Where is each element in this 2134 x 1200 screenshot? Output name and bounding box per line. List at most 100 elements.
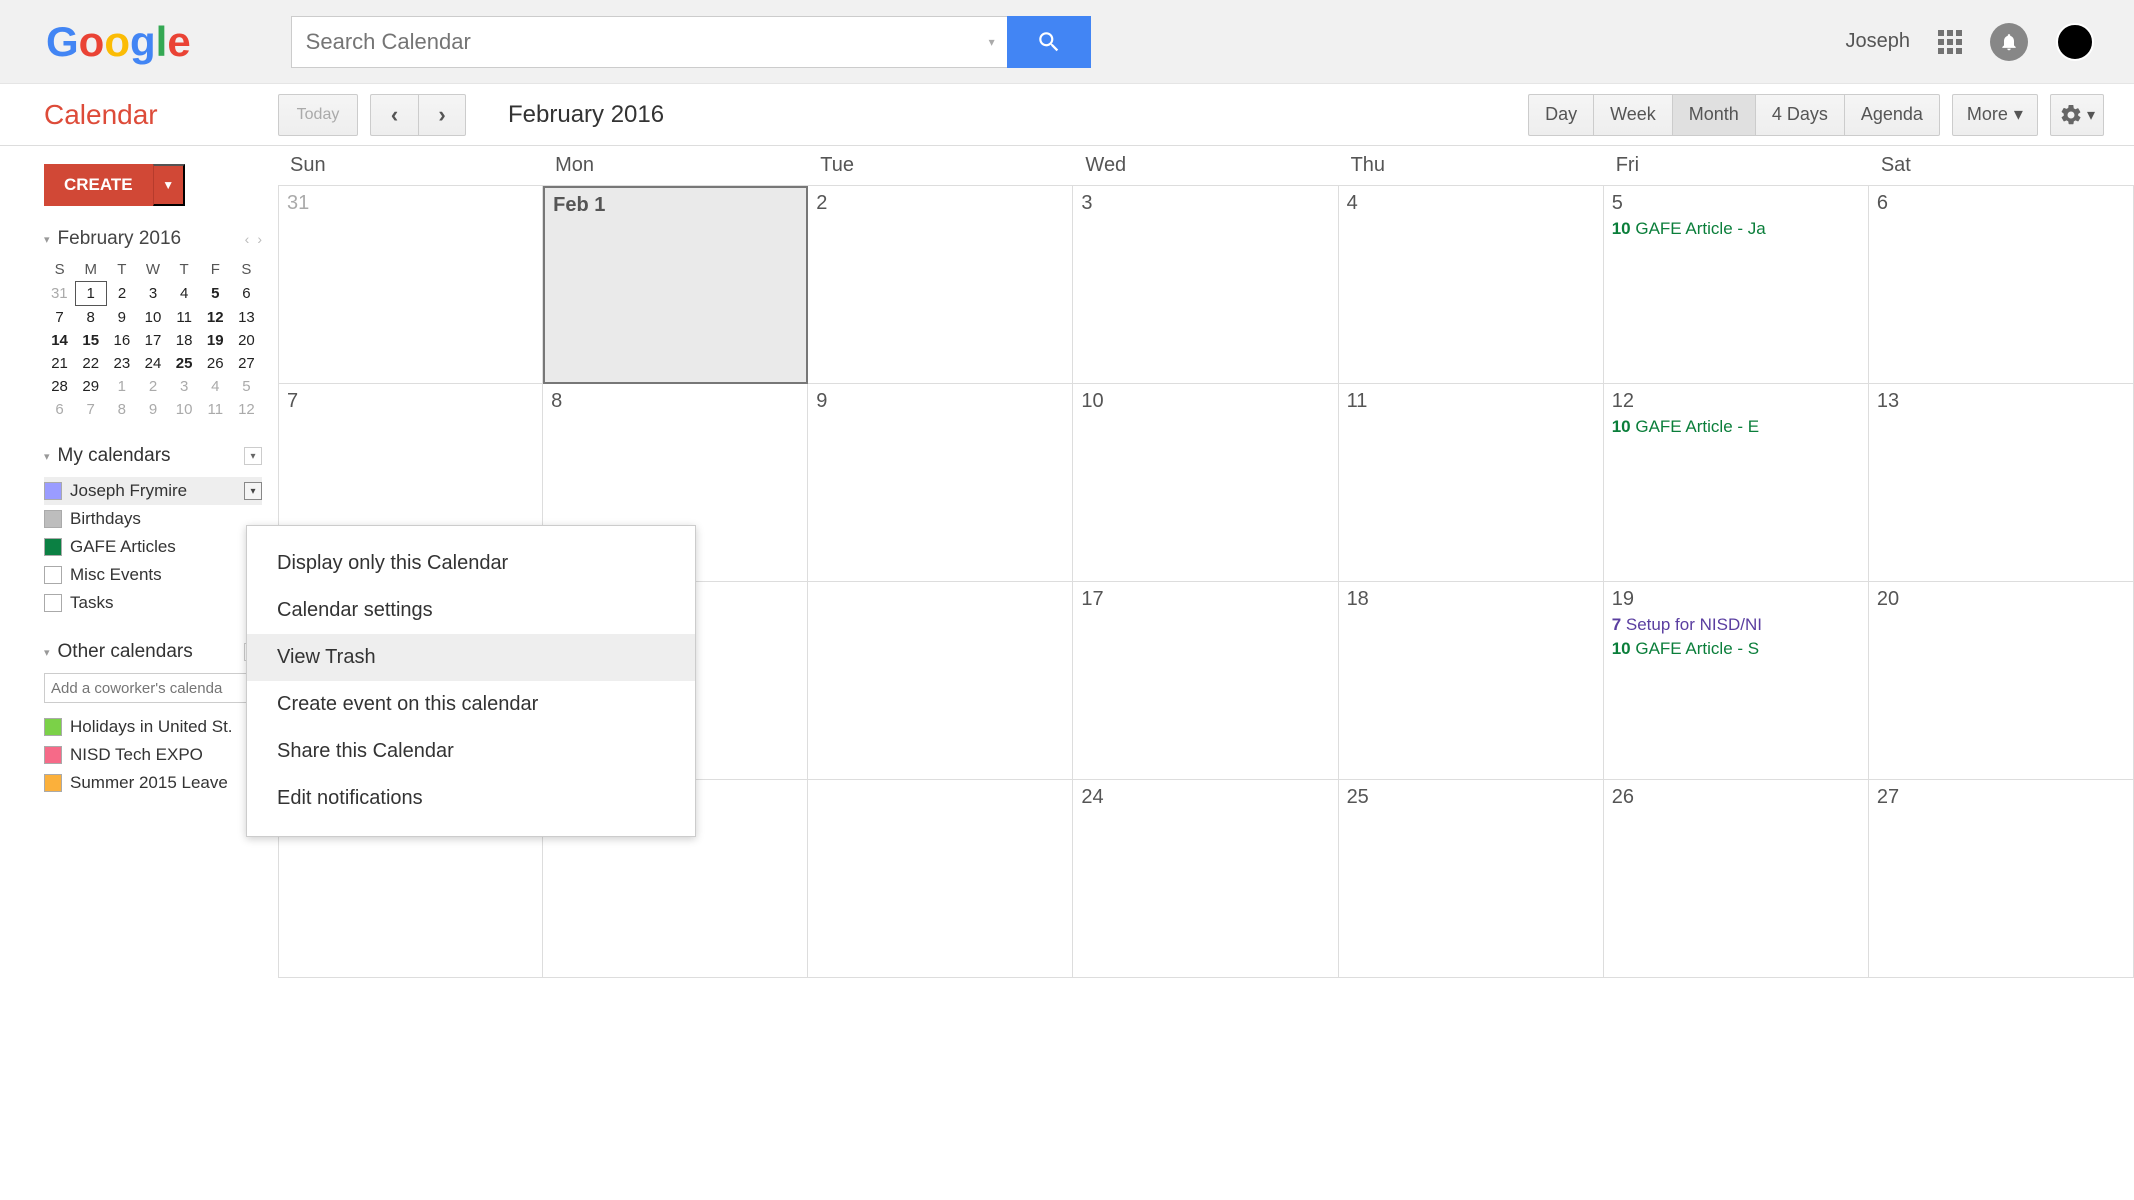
- view-agenda[interactable]: Agenda: [1844, 94, 1940, 136]
- mini-day[interactable]: 5: [200, 282, 231, 306]
- mini-calendar[interactable]: SMTWTFS311234567891011121314151617181920…: [44, 258, 262, 421]
- day-cell[interactable]: [808, 582, 1073, 780]
- mini-day[interactable]: 3: [137, 282, 168, 306]
- mini-day[interactable]: 24: [137, 352, 168, 375]
- day-cell[interactable]: 6: [1869, 186, 2134, 384]
- mini-day[interactable]: 9: [106, 306, 137, 330]
- mini-day[interactable]: 27: [231, 352, 262, 375]
- view-week[interactable]: Week: [1593, 94, 1672, 136]
- mini-day[interactable]: 29: [75, 375, 106, 398]
- mini-day[interactable]: 9: [137, 398, 168, 421]
- mini-day[interactable]: 2: [137, 375, 168, 398]
- calendar-item[interactable]: Misc Events: [44, 561, 262, 589]
- google-logo[interactable]: Google: [46, 18, 191, 66]
- prev-month-button[interactable]: ‹: [370, 94, 418, 136]
- mini-day[interactable]: 5: [231, 375, 262, 398]
- my-calendars-header[interactable]: My calendars: [44, 445, 262, 467]
- mini-day[interactable]: 1: [75, 282, 106, 306]
- day-cell[interactable]: 31: [278, 186, 543, 384]
- mini-day[interactable]: 6: [231, 282, 262, 306]
- search-input[interactable]: [291, 16, 977, 68]
- view-month[interactable]: Month: [1672, 94, 1755, 136]
- day-cell[interactable]: 1210 GAFE Article - E: [1604, 384, 1869, 582]
- calendar-item[interactable]: Tasks: [44, 589, 262, 617]
- mini-day[interactable]: 18: [169, 329, 200, 352]
- search-options-dropdown[interactable]: [977, 16, 1007, 68]
- mini-day[interactable]: 4: [200, 375, 231, 398]
- mini-day[interactable]: 8: [106, 398, 137, 421]
- day-cell[interactable]: 4: [1339, 186, 1604, 384]
- day-cell[interactable]: 197 Setup for NISD/NI10 GAFE Article - S: [1604, 582, 1869, 780]
- calendar-item[interactable]: Holidays in United St.: [44, 713, 262, 741]
- day-cell[interactable]: 2: [808, 186, 1073, 384]
- other-calendars-header[interactable]: Other calendars: [44, 641, 262, 663]
- mini-prev-button[interactable]: ‹: [245, 231, 250, 247]
- day-cell[interactable]: 26: [1604, 780, 1869, 978]
- create-dropdown[interactable]: [153, 164, 185, 206]
- day-cell[interactable]: 11: [1339, 384, 1604, 582]
- day-cell[interactable]: 25: [1339, 780, 1604, 978]
- more-button[interactable]: More: [1952, 94, 2038, 136]
- search-button[interactable]: [1007, 16, 1091, 68]
- notifications-button[interactable]: [1990, 23, 2028, 61]
- mini-day[interactable]: 10: [169, 398, 200, 421]
- menu-item[interactable]: Create event on this calendar: [247, 681, 695, 728]
- collapse-icon[interactable]: [44, 233, 50, 246]
- day-cell[interactable]: 20: [1869, 582, 2134, 780]
- day-cell[interactable]: 24: [1073, 780, 1338, 978]
- menu-item[interactable]: Calendar settings: [247, 587, 695, 634]
- mini-day[interactable]: 23: [106, 352, 137, 375]
- mini-day[interactable]: 4: [169, 282, 200, 306]
- mini-day[interactable]: 7: [44, 306, 75, 330]
- menu-item[interactable]: Edit notifications: [247, 775, 695, 822]
- mini-day[interactable]: 11: [200, 398, 231, 421]
- create-button[interactable]: CREATE: [44, 164, 153, 206]
- mini-day[interactable]: 10: [137, 306, 168, 330]
- add-coworker-input[interactable]: [44, 673, 262, 703]
- settings-button[interactable]: [2050, 94, 2104, 136]
- section-dropdown[interactable]: [244, 447, 262, 465]
- mini-day[interactable]: 31: [44, 282, 75, 306]
- day-cell[interactable]: 10: [1073, 384, 1338, 582]
- day-cell[interactable]: 13: [1869, 384, 2134, 582]
- mini-day[interactable]: 7: [75, 398, 106, 421]
- mini-day[interactable]: 15: [75, 329, 106, 352]
- day-cell[interactable]: 17: [1073, 582, 1338, 780]
- menu-item[interactable]: Share this Calendar: [247, 728, 695, 775]
- calendar-item[interactable]: Birthdays: [44, 505, 262, 533]
- view-day[interactable]: Day: [1528, 94, 1593, 136]
- mini-day[interactable]: 3: [169, 375, 200, 398]
- day-cell[interactable]: 9: [808, 384, 1073, 582]
- mini-day[interactable]: 13: [231, 306, 262, 330]
- mini-next-button[interactable]: ›: [257, 231, 262, 247]
- event[interactable]: 10 GAFE Article - E: [1612, 417, 1860, 437]
- mini-day[interactable]: 12: [200, 306, 231, 330]
- avatar[interactable]: [2056, 23, 2094, 61]
- mini-day[interactable]: 16: [106, 329, 137, 352]
- day-cell[interactable]: 18: [1339, 582, 1604, 780]
- mini-day[interactable]: 28: [44, 375, 75, 398]
- mini-day[interactable]: 1: [106, 375, 137, 398]
- event[interactable]: 10 GAFE Article - S: [1612, 639, 1860, 659]
- menu-item[interactable]: View Trash: [247, 634, 695, 681]
- day-cell[interactable]: [808, 780, 1073, 978]
- calendar-item[interactable]: Summer 2015 Leave: [44, 769, 262, 797]
- calendar-title[interactable]: Calendar: [0, 99, 278, 131]
- day-cell[interactable]: 3: [1073, 186, 1338, 384]
- day-cell[interactable]: 27: [1869, 780, 2134, 978]
- mini-day[interactable]: 22: [75, 352, 106, 375]
- apps-icon[interactable]: [1938, 30, 1962, 54]
- calendar-item[interactable]: Joseph Frymire: [44, 477, 262, 505]
- event[interactable]: 10 GAFE Article - Ja: [1612, 219, 1860, 239]
- calendar-item[interactable]: NISD Tech EXPO: [44, 741, 262, 769]
- today-button[interactable]: Today: [278, 94, 358, 136]
- user-name[interactable]: Joseph: [1846, 30, 1911, 53]
- menu-item[interactable]: Display only this Calendar: [247, 540, 695, 587]
- mini-day[interactable]: 21: [44, 352, 75, 375]
- calendar-item-dropdown[interactable]: [244, 482, 262, 500]
- day-cell[interactable]: 510 GAFE Article - Ja: [1604, 186, 1869, 384]
- mini-day[interactable]: 12: [231, 398, 262, 421]
- mini-day[interactable]: 6: [44, 398, 75, 421]
- mini-day[interactable]: 19: [200, 329, 231, 352]
- view-4-days[interactable]: 4 Days: [1755, 94, 1844, 136]
